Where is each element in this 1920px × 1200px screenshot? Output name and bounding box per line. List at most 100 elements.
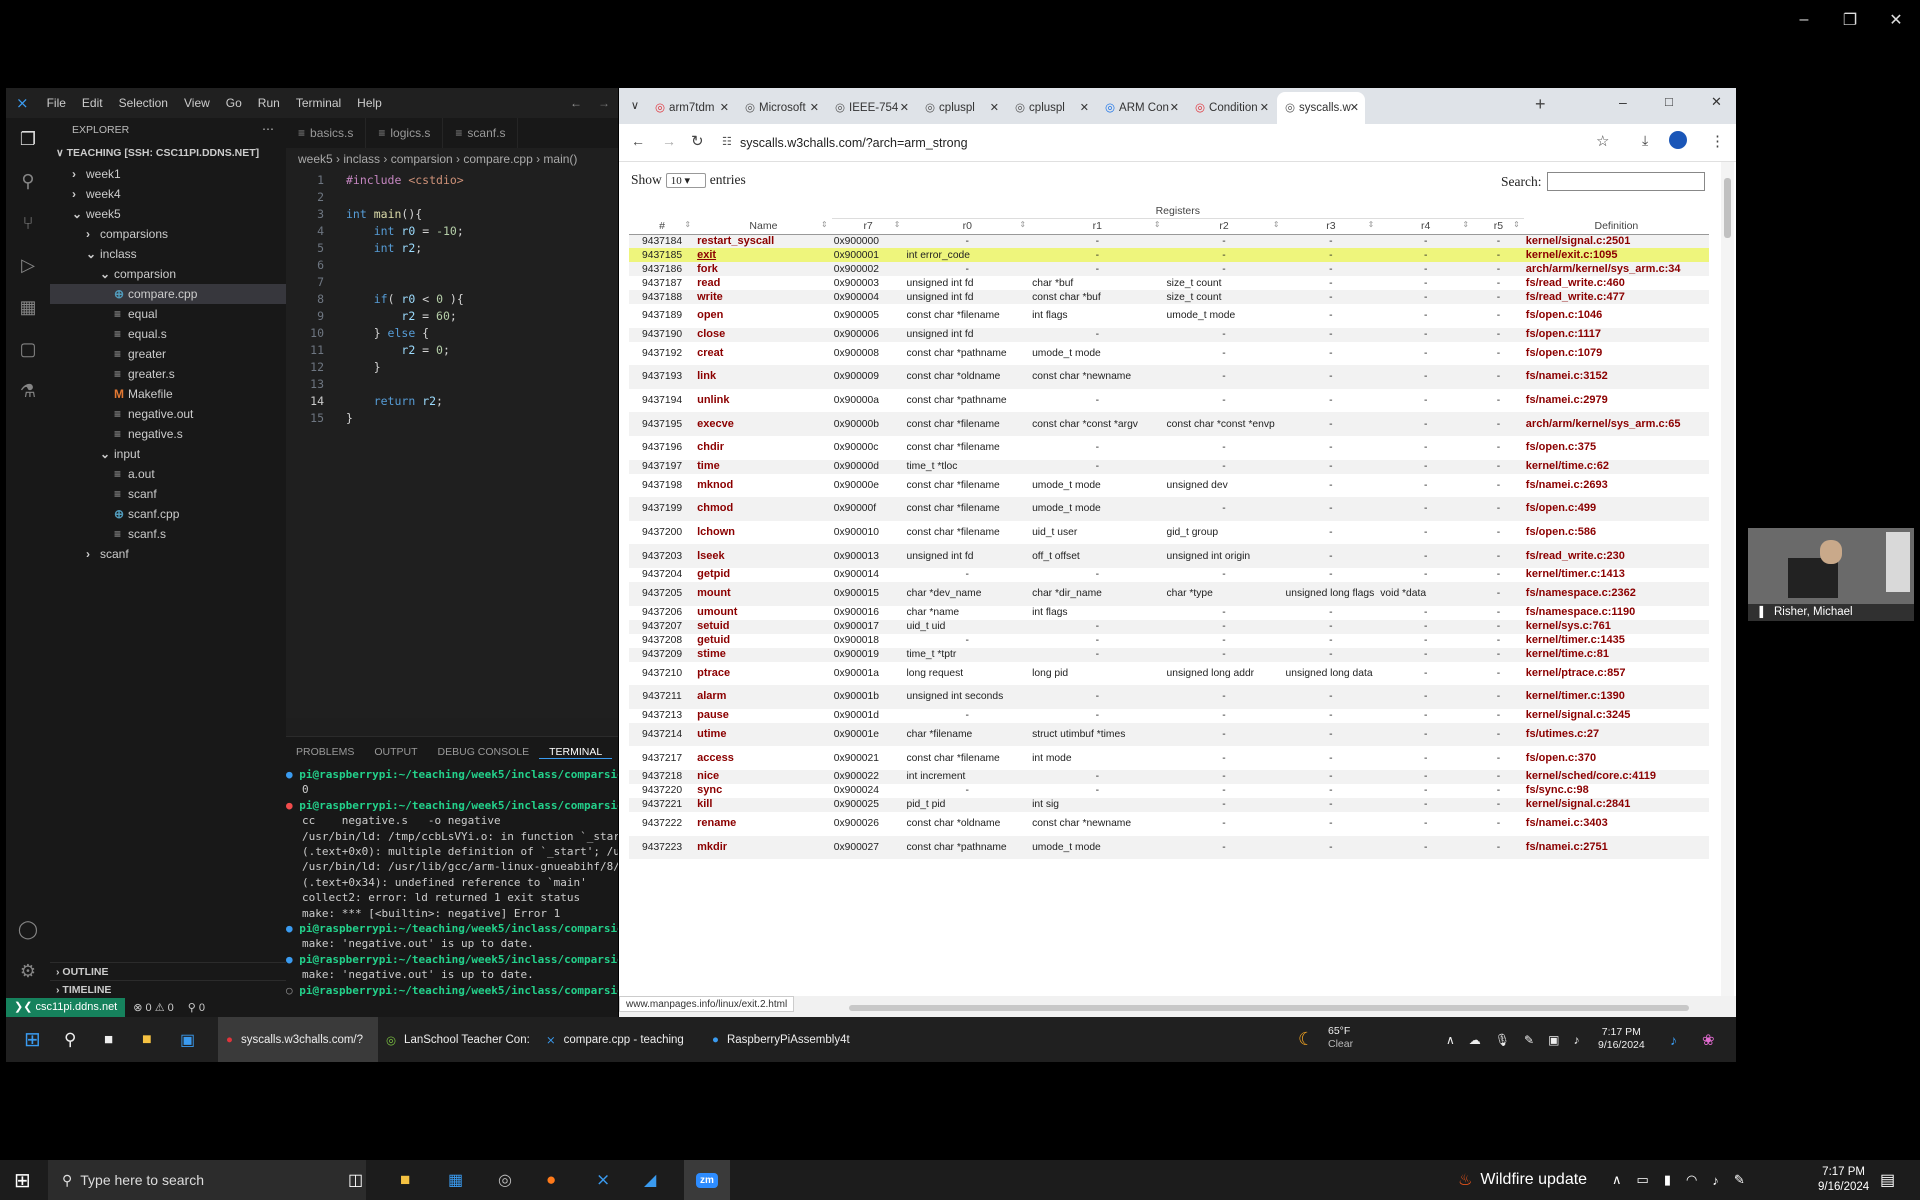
syscall-row[interactable]: 9437211 alarm 0x90001b unsigned int seconds… <box>629 685 1709 709</box>
syscall-definition[interactable]: kernel/exit.c:1095 <box>1524 248 1709 262</box>
syscall-row[interactable]: 9437208 getuid 0x900018 - - - - - - kernel/timer.… <box>629 633 1709 648</box>
code-line[interactable]: 5 int r2; <box>286 240 618 257</box>
syscall-definition[interactable]: kernel/timer.c:1435 <box>1524 634 1709 648</box>
panel-tab[interactable]: TERMINAL <box>539 746 613 759</box>
syscall-name[interactable]: fork <box>695 262 832 276</box>
column-header[interactable]: r2 ⇕ <box>1165 218 1284 234</box>
taskbar-app-chrome[interactable]: ● syscalls.w3challs.com/? <box>218 1017 378 1062</box>
syscall-row[interactable]: 9437217 access 0x900021 const char *filenam… <box>629 746 1709 770</box>
syscall-definition[interactable]: fs/open.c:1117 <box>1524 328 1709 342</box>
syscall-row[interactable]: 9437192 creat 0x900008 const char *pathname… <box>629 341 1709 366</box>
syscall-definition[interactable]: fs/open.c:1079 <box>1524 342 1709 366</box>
browser-tab[interactable]: ◎ arm7tdm ✕ <box>647 92 735 124</box>
taskbar-app-raspberrypi[interactable]: ● RaspberryPiAssembly4t <box>712 1017 872 1062</box>
syscall-name[interactable]: read <box>695 276 832 290</box>
syscall-name[interactable]: chmod <box>695 497 832 521</box>
syscall-row[interactable]: 9437205 mount 0x900015 char *dev_name char *… <box>629 581 1709 606</box>
syscall-name[interactable]: alarm <box>695 685 832 709</box>
column-header[interactable]: r0 ⇕ <box>904 218 1030 234</box>
tree-item[interactable]: ≡ scanf.s <box>50 524 286 544</box>
tab-close-icon[interactable]: ✕ <box>1170 92 1179 124</box>
syscall-name[interactable]: write <box>695 290 832 304</box>
run-debug-icon[interactable]: ▷ <box>6 244 50 286</box>
minimize-button[interactable]: – <box>1781 0 1827 40</box>
tab-close-icon[interactable]: ✕ <box>1080 92 1089 124</box>
tree-item[interactable]: ⌄ inclass <box>50 244 286 264</box>
syscall-row[interactable]: 9437214 utime 0x90001e char *filename struct… <box>629 722 1709 747</box>
syscall-name[interactable]: getuid <box>695 634 832 648</box>
syscall-name[interactable]: rename <box>695 812 832 836</box>
column-header[interactable]: r5 ⇕ <box>1473 218 1524 234</box>
tab-close-icon[interactable]: ✕ <box>1350 92 1359 124</box>
local-task-view-icon[interactable]: ◫ <box>348 1160 363 1200</box>
syscall-definition[interactable]: kernel/time.c:81 <box>1524 648 1709 662</box>
tree-item[interactable]: › scanf <box>50 544 286 564</box>
testing-icon[interactable]: ⚗ <box>6 370 50 412</box>
syscall-row[interactable]: 9437222 rename 0x900026 const char *oldname… <box>629 811 1709 836</box>
code-line[interactable]: 4 int r0 = -10; <box>286 223 618 240</box>
settings-gear-icon[interactable]: ⚙ <box>6 950 50 992</box>
tree-item[interactable]: ⊕ compare.cpp <box>50 284 286 304</box>
syscall-definition[interactable]: fs/namei.c:2751 <box>1524 836 1709 860</box>
syscall-definition[interactable]: kernel/signal.c:3245 <box>1524 709 1709 723</box>
code-line[interactable]: 11 r2 = 0; <box>286 342 618 359</box>
search-icon[interactable]: ⚲ <box>6 160 50 202</box>
store-icon[interactable]: ▣ <box>180 1017 195 1062</box>
browser-tab[interactable]: ◎ ARM Con ✕ <box>1097 92 1185 124</box>
syscall-name[interactable]: time <box>695 460 832 474</box>
close-button[interactable]: ✕ <box>1873 0 1919 40</box>
menu-edit[interactable]: Edit <box>74 96 111 110</box>
menu-selection[interactable]: Selection <box>111 96 176 110</box>
syscall-definition[interactable]: fs/utimes.c:27 <box>1524 723 1709 747</box>
bookmark-star-icon[interactable]: ☆ <box>1596 132 1609 150</box>
tree-item[interactable]: ≡ scanf <box>50 484 286 504</box>
menu-go[interactable]: Go <box>218 96 250 110</box>
syscall-definition[interactable]: arch/arm/kernel/sys_arm.c:34 <box>1524 262 1709 276</box>
downloads-icon[interactable]: ⤓ <box>1642 132 1648 149</box>
local-file-explorer-icon[interactable]: ■ <box>400 1160 410 1200</box>
tree-item[interactable]: ≡ greater.s <box>50 364 286 384</box>
syscall-row[interactable]: 9437194 unlink 0x90000a const char *pathnam… <box>629 388 1709 413</box>
code-line[interactable]: 9 r2 = 60; <box>286 308 618 325</box>
timeline-section[interactable]: › TIMELINE <box>50 980 286 998</box>
syscall-name[interactable]: creat <box>695 342 832 366</box>
code-line[interactable]: 1 #include <cstdio> <box>286 172 618 189</box>
syscall-definition[interactable]: fs/open.c:1046 <box>1524 304 1709 328</box>
task-view-icon[interactable]: ■ <box>104 1017 113 1062</box>
local-wifi-icon[interactable]: ◠ <box>1686 1172 1697 1188</box>
page-scrollbar-thumb[interactable] <box>1724 178 1731 238</box>
syscall-definition[interactable]: fs/sync.c:98 <box>1524 784 1709 798</box>
code-line[interactable]: 10 } else { <box>286 325 618 342</box>
workspace-header[interactable]: ∨ TEACHING [SSH: CSC11PI.DDNS.NET] <box>50 142 286 164</box>
code-editor[interactable]: 1 #include <cstdio> 2 3 int main(){4 int r0 … <box>286 170 618 427</box>
remote-explorer-icon[interactable]: ▢ <box>6 328 50 370</box>
syscall-definition[interactable]: kernel/ptrace.c:857 <box>1524 662 1709 686</box>
tree-item[interactable]: ⊕ scanf.cpp <box>50 504 286 524</box>
back-icon[interactable]: ← <box>631 133 645 149</box>
syscall-definition[interactable]: fs/namespace.c:1190 <box>1524 606 1709 620</box>
syscall-row[interactable]: 9437223 mkdir 0x900027 const char *pathname… <box>629 835 1709 860</box>
syscall-definition[interactable]: fs/open.c:499 <box>1524 497 1709 521</box>
back-arrow-icon[interactable]: ← <box>562 96 590 110</box>
syscall-definition[interactable]: kernel/time.c:62 <box>1524 460 1709 474</box>
syscall-row[interactable]: 9437188 write 0x900004 unsigned int fd const… <box>629 290 1709 304</box>
syscall-definition[interactable]: fs/open.c:370 <box>1524 746 1709 770</box>
tree-item[interactable]: ≡ negative.out <box>50 404 286 424</box>
remote-clock[interactable]: 7:17 PM 9/16/2024 <box>1598 1026 1645 1052</box>
syscall-name[interactable]: sync <box>695 784 832 798</box>
local-battery-icon[interactable]: ▮ <box>1664 1172 1671 1188</box>
syscall-definition[interactable]: arch/arm/kernel/sys_arm.c:65 <box>1524 412 1709 436</box>
panel-tab[interactable]: OUTPUT <box>364 746 427 758</box>
site-info-icon[interactable]: ☷ <box>722 135 732 148</box>
breadcrumb[interactable]: week5 › inclass › comparsion › compare.c… <box>286 148 618 170</box>
explorer-icon[interactable]: ❐ <box>6 118 50 160</box>
taskbar-app-vscode[interactable]: ⨯ compare.cpp - teaching <box>546 1017 696 1062</box>
local-pen-icon[interactable]: ✎ <box>1734 1172 1745 1188</box>
tree-item[interactable]: › week4 <box>50 184 286 204</box>
taskbar-app-lanschool[interactable]: ◎ LanSchool Teacher Con: <box>386 1017 536 1062</box>
local-tray-chevron-icon[interactable]: ∧ <box>1612 1172 1622 1188</box>
tree-item[interactable]: › comparsions <box>50 224 286 244</box>
syscall-row[interactable]: 9437206 umount 0x900016 char *name int flags… <box>629 605 1709 620</box>
column-header[interactable]: Name ⇕ <box>695 218 832 234</box>
syscall-name[interactable]: unlink <box>695 389 832 413</box>
